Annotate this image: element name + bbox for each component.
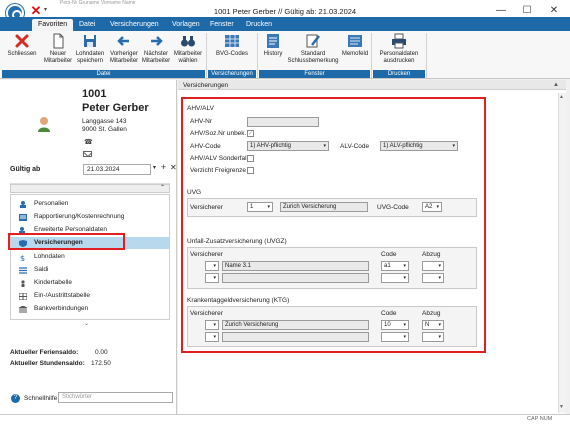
quick-access-dropdown-icon[interactable]: ▾	[44, 6, 47, 13]
feriensaldo-label: Aktueller Feriensaldo:	[10, 349, 79, 356]
ribbon-group-datei: Datei	[2, 70, 205, 78]
table-icon	[19, 293, 27, 300]
chevron-down-icon[interactable]: ▾	[153, 164, 156, 171]
stundensaldo-value: 172.50	[91, 360, 111, 367]
nav-selection-highlight	[8, 233, 125, 250]
ribbon-group-versicherungen: Versicherungen	[208, 70, 256, 78]
person-icon	[20, 201, 26, 208]
schnellhilfe-label: Schnellhilfe	[24, 395, 58, 402]
vorheriger-mitarbeiter-button[interactable]: Vorheriger Mitarbeiter	[106, 33, 142, 69]
chevron-up-icon[interactable]: ▲	[553, 82, 559, 88]
tab-favoriten[interactable]: Favoriten	[32, 19, 74, 31]
ribbon-separator	[371, 33, 372, 78]
employee-city: 9000 St. Gallen	[82, 126, 127, 133]
menu-bar: Favoriten Datei Versicherungen Vorlagen …	[0, 17, 570, 31]
printer-icon	[392, 33, 406, 49]
nav-item-rapportierung[interactable]: Rapportierung/Kostenrechnung	[11, 211, 169, 223]
history-button[interactable]: History	[260, 33, 286, 69]
delete-date-icon[interactable]: ✕	[170, 163, 177, 172]
standard-schlussbemerkung-button[interactable]: Standard Schlussbemerkung	[286, 33, 340, 69]
svg-text:$: $	[20, 254, 25, 261]
stundensaldo-label: Aktueller Stundensaldo:	[10, 360, 85, 367]
balance-icon	[19, 267, 27, 274]
section-nav-list: Personalien Rapportierung/Kostenrechnung…	[10, 194, 170, 320]
pen-icon	[306, 34, 320, 48]
memo-icon	[348, 35, 362, 47]
save-disk-icon	[84, 35, 96, 47]
neuer-mitarbeiter-button[interactable]: Neuer Mitarbeiter	[40, 33, 76, 69]
add-date-icon[interactable]: +	[161, 162, 166, 172]
lohndaten-speichern-button[interactable]: Lohndaten speichern	[72, 33, 108, 69]
nav-item-lohndaten[interactable]: $ Lohndaten	[11, 251, 169, 263]
nav-scroll-up-button[interactable]: ⌃	[10, 184, 170, 193]
bank-icon	[19, 306, 27, 313]
feriensaldo-value: 0.00	[95, 349, 108, 356]
mitarbeiter-waehlen-button[interactable]: Mitarbeiter wählen	[170, 33, 206, 69]
ribbon-group-drucken: Drucken	[373, 70, 425, 78]
naechster-mitarbeiter-button[interactable]: Nächster Mitarbeiter	[138, 33, 174, 69]
nav-item-ein-austrittstabelle[interactable]: Ein-/Austrittstabelle	[11, 290, 169, 302]
help-icon[interactable]: ?	[11, 394, 20, 403]
child-icon	[21, 280, 25, 287]
ribbon-separator	[257, 33, 258, 78]
form-title: Versicherungen	[183, 82, 229, 89]
schliessen-button[interactable]: Schliessen	[4, 33, 40, 69]
nav-resize-grip[interactable]: ⌄	[84, 320, 89, 327]
nav-item-saldi[interactable]: Saldi	[11, 264, 169, 276]
schnellhilfe-search-input[interactable]: Stichwörter	[58, 392, 173, 403]
binoculars-icon	[181, 36, 195, 47]
main-scrollbar[interactable]	[558, 93, 566, 413]
employee-street: Langgasse 143	[82, 118, 127, 125]
arrow-left-icon	[117, 36, 129, 46]
personaldaten-ausdrucken-button[interactable]: Personaldaten ausdrucken	[374, 33, 424, 69]
mail-icon[interactable]	[83, 151, 92, 157]
nav-item-personalien[interactable]: Personalien	[11, 198, 169, 210]
form-header	[178, 80, 566, 90]
scroll-up-icon[interactable]: ▲	[559, 94, 564, 100]
ribbon-separator	[206, 33, 207, 78]
nav-item-bankverbindungen[interactable]: Bankverbindungen	[11, 303, 169, 315]
close-x-icon	[15, 34, 29, 48]
ribbon-group-fenster: Fenster	[259, 70, 370, 78]
tab-vorlagen[interactable]: Vorlagen	[166, 19, 206, 31]
grid-icon	[225, 35, 239, 47]
ribbon: Schliessen Neuer Mitarbeiter Lohndaten s…	[0, 31, 570, 79]
bvg-codes-button[interactable]: BVG-Codes	[210, 33, 254, 69]
tab-drucken[interactable]: Drucken	[240, 19, 278, 31]
gueltig-ab-label: Gültig ab	[10, 166, 41, 173]
status-bar	[0, 414, 570, 426]
money-icon: $	[20, 254, 25, 261]
avatar	[38, 117, 50, 132]
window-title: 1001 Peter Gerber // Gültig ab: 21.03.20…	[213, 7, 357, 16]
background-grid-header: Pers-Nr Gruname Vorname Name	[60, 0, 136, 5]
tab-fenster[interactable]: Fenster	[204, 19, 240, 31]
phone-icon[interactable]: ☎	[84, 138, 93, 146]
memofeld-button[interactable]: Memofeld	[340, 33, 370, 69]
employee-number: 1001	[82, 88, 107, 100]
history-icon	[267, 34, 279, 48]
nav-item-kindertabelle[interactable]: Kindertabelle	[11, 277, 169, 289]
arrow-right-icon	[151, 36, 163, 46]
caps-num-indicator: CAP NUM	[527, 416, 553, 422]
employee-name: Peter Gerber	[82, 102, 149, 114]
ribbon-separator	[426, 33, 427, 78]
quick-close-icon[interactable]: ✕	[29, 4, 43, 18]
report-icon	[19, 214, 27, 221]
new-document-icon	[53, 33, 64, 49]
tab-datei[interactable]: Datei	[73, 19, 101, 31]
gueltig-ab-select[interactable]: 21.03.2024	[83, 164, 151, 175]
form-annotation-highlight	[181, 97, 486, 353]
tab-versicherungen[interactable]: Versicherungen	[104, 19, 165, 31]
scroll-down-icon[interactable]: ▼	[559, 404, 564, 410]
